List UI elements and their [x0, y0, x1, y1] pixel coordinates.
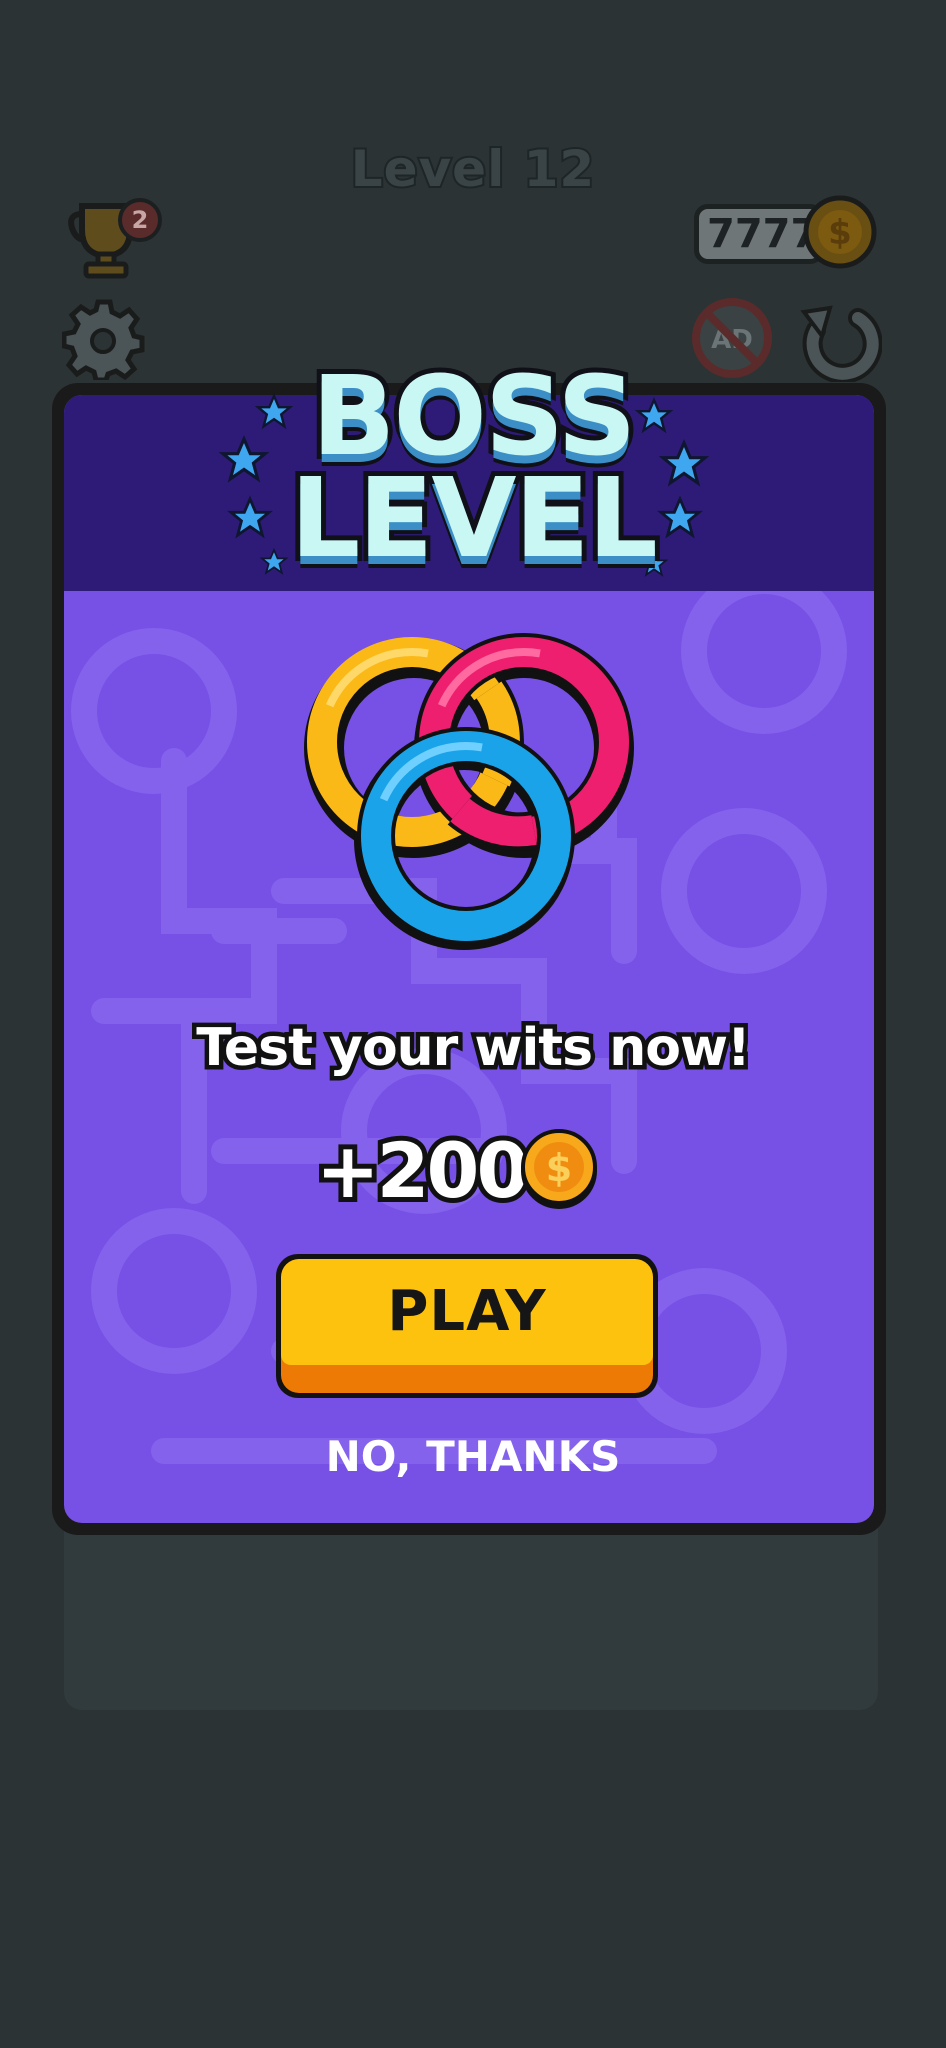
title-line-2: LEVEL — [285, 454, 663, 582]
reward-amount: +200 — [311, 1121, 534, 1220]
coin-icon: $ — [803, 195, 877, 269]
rings-icon — [304, 633, 634, 950]
svg-text:$: $ — [828, 213, 852, 253]
svg-text:$: $ — [546, 1146, 572, 1190]
title-line-1: BOSS — [307, 352, 642, 480]
tagline: Test your wits now! — [192, 1014, 755, 1083]
level-title: Level 12 — [349, 138, 596, 200]
trophy-count-badge: 2 — [118, 198, 162, 242]
play-button-label[interactable]: PLAY — [281, 1259, 653, 1365]
play-button-face[interactable]: PLAY — [281, 1259, 653, 1393]
play-button[interactable]: PLAY — [276, 1254, 658, 1398]
coin-icon: $ — [521, 1129, 597, 1209]
no-thanks-button[interactable]: NO, THANKS — [0, 1432, 946, 1481]
